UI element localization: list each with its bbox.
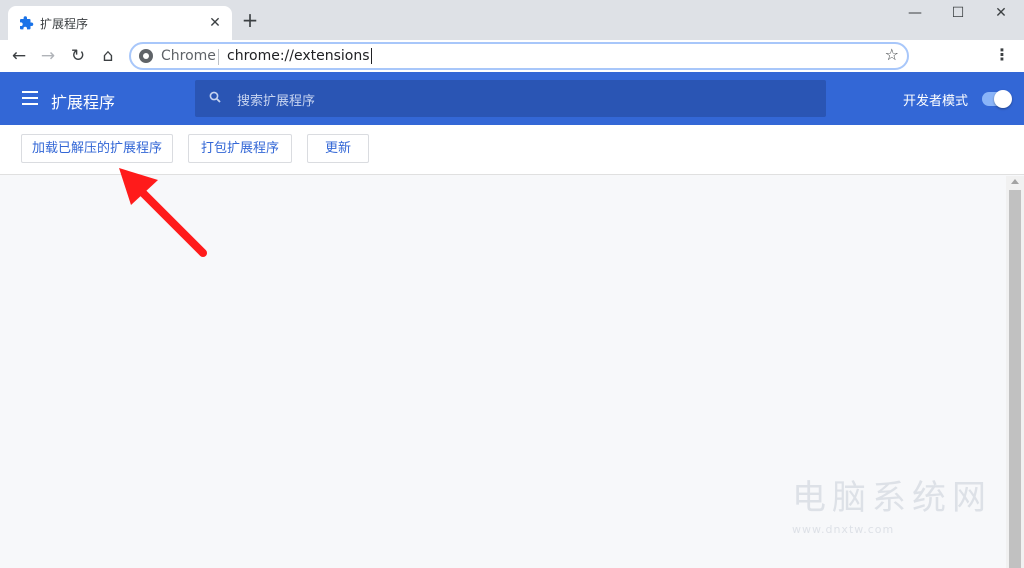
forward-button[interactable]: → [36, 44, 60, 68]
maximize-button[interactable]: ☐ [935, 0, 981, 28]
page-title: 扩展程序 [51, 93, 116, 112]
omnibox-chip: Chrome [161, 48, 216, 64]
load-unpacked-button[interactable]: 加载已解压的扩展程序 [21, 134, 173, 163]
url-text[interactable]: chrome://extensions [227, 48, 372, 64]
search-icon [209, 91, 221, 103]
reload-button[interactable]: ↻ [66, 44, 90, 68]
browser-menu-icon[interactable]: ⋮ [992, 44, 1012, 68]
puzzle-icon [20, 16, 34, 30]
bookmark-star-icon[interactable]: ☆ [885, 45, 899, 64]
hamburger-menu-icon[interactable] [22, 91, 38, 105]
developer-actions-bar: 加载已解压的扩展程序 打包扩展程序 更新 [0, 125, 1024, 175]
developer-mode-toggle[interactable] [982, 90, 1012, 108]
address-bar[interactable]: Chrome chrome://extensions ☆ [129, 42, 909, 70]
pack-extension-button[interactable]: 打包扩展程序 [188, 134, 292, 163]
tab-extensions[interactable]: 扩展程序 ✕ [8, 6, 232, 40]
extensions-header: 扩展程序 搜索扩展程序 开发者模式 [0, 72, 1024, 125]
developer-mode-label: 开发者模式 [903, 94, 969, 109]
chrome-icon [139, 49, 153, 63]
tab-strip: 扩展程序 ✕ + — ☐ ✕ [0, 0, 1024, 40]
search-input[interactable]: 搜索扩展程序 [195, 80, 826, 117]
watermark: 电脑系统网 www.dnxtw.com [792, 470, 992, 536]
tab-title: 扩展程序 [40, 17, 89, 31]
search-placeholder: 搜索扩展程序 [237, 94, 316, 109]
home-button[interactable]: ⌂ [96, 44, 120, 68]
update-button[interactable]: 更新 [307, 134, 369, 163]
back-button[interactable]: ← [7, 44, 31, 68]
toggle-knob [994, 90, 1012, 108]
scroll-thumb[interactable] [1009, 190, 1021, 568]
tab-close-icon[interactable]: ✕ [206, 14, 224, 32]
text-cursor [370, 48, 372, 64]
browser-toolbar: ← → ↻ ⌂ Chrome chrome://extensions ☆ ⋮ [0, 40, 1024, 72]
new-tab-button[interactable]: + [240, 10, 260, 30]
minimize-button[interactable]: — [892, 0, 938, 28]
scroll-up-arrow-icon[interactable] [1011, 179, 1019, 184]
scrollbar[interactable] [1006, 176, 1024, 568]
omnibox-divider [218, 49, 219, 65]
close-window-button[interactable]: ✕ [978, 0, 1024, 28]
watermark-url: www.dnxtw.com [792, 523, 895, 536]
watermark-logo: 电脑系统网 [792, 478, 992, 518]
